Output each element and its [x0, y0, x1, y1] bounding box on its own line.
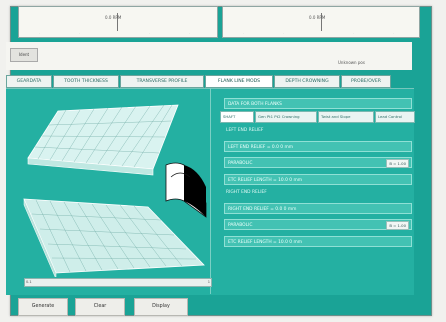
left-gauge-tick: ·: [39, 31, 40, 35]
subtab-gen-crowning[interactable]: Gen Pt1 Pt2 Crowning: [255, 111, 317, 123]
ident-button[interactable]: Ident: [10, 48, 38, 62]
left-gauge-label: 0.0 RPM: [105, 15, 122, 20]
subtab-shaft[interactable]: SHAFT: [220, 111, 254, 123]
right-gauge-tick: ·: [243, 31, 244, 35]
left-parabolic-field[interactable]: PARABOLIC B = 1.00: [224, 157, 412, 168]
subtab-twist-slope[interactable]: Twist and Slope: [318, 111, 374, 123]
tab-probe-over[interactable]: PROBE/OVER: [341, 75, 391, 88]
right-parabolic-label: PARABOLIC: [228, 223, 253, 228]
tab-tooth-thickness[interactable]: TOOTH THICKNESS: [53, 75, 119, 88]
right-gauge-tick: ·: [283, 31, 284, 35]
right-end-relief-heading: RIGHT END RELIEF: [226, 190, 267, 195]
right-gauge: 0.0 RPM · · · ·: [222, 6, 420, 38]
view-scrollbar[interactable]: 0.1 1: [24, 278, 212, 287]
right-relief-length-field[interactable]: ETC RELIEF LENGTH = 10.0 0 mm: [224, 236, 412, 247]
left-end-relief-heading: LEFT END RELIEF: [226, 128, 264, 133]
scroll-left-label: 0.1: [26, 280, 32, 284]
generate-button[interactable]: Generate: [18, 298, 68, 316]
flank-3d-view: [23, 104, 207, 277]
right-parabolic-value[interactable]: B = 1.00: [386, 221, 409, 230]
position-status: Unknown pos: [338, 60, 365, 65]
display-button[interactable]: Display: [134, 298, 188, 316]
left-gauge-tick: ·: [149, 31, 150, 35]
subtab-lead-control[interactable]: Lead Control: [375, 111, 415, 123]
toolbar-area: [6, 42, 412, 70]
left-gauge: 0.0 RPM · · · ·: [18, 6, 218, 38]
main-tabs: GEARDATA TOOTH THICKNESS TRANSVERSE PROF…: [6, 75, 391, 88]
left-end-relief-field[interactable]: LEFT END RELIEF = 0.0 0 mm: [224, 141, 412, 152]
tab-geardata[interactable]: GEARDATA: [6, 75, 52, 88]
right-gauge-label: 0.0 RPM: [309, 15, 326, 20]
clear-button[interactable]: Clear: [75, 298, 125, 316]
left-parabolic-value[interactable]: B = 1.00: [386, 159, 409, 168]
upper-flank-surface: [27, 104, 179, 176]
right-parabolic-field[interactable]: PARABOLIC B = 1.00: [224, 219, 412, 230]
right-gauge-tick: ·: [393, 31, 394, 35]
data-for-both-flanks-header: DATA FOR BOTH FLANKS: [224, 98, 412, 109]
left-gauge-tick: ·: [79, 31, 80, 35]
right-gauge-tick: ·: [353, 31, 354, 35]
lower-flank-surface: [23, 198, 205, 277]
tab-flank-line-mods[interactable]: FLANK LINE MODS: [205, 75, 273, 88]
tab-transverse-profile[interactable]: TRANSVERSE PROFILE: [120, 75, 204, 88]
tooth-profile-icon: [165, 162, 207, 218]
left-parabolic-label: PARABOLIC: [228, 161, 253, 166]
flank-subtabs: SHAFT Gen Pt1 Pt2 Crowning Twist and Slo…: [220, 111, 415, 123]
tab-depth-crowning[interactable]: DEPTH CROWNING: [274, 75, 340, 88]
right-end-relief-field[interactable]: RIGHT END RELIEF = 0.0 0 mm: [224, 203, 412, 214]
left-gauge-tick: ·: [189, 31, 190, 35]
left-relief-length-field[interactable]: ETC RELIEF LENGTH = 10.0 0 mm: [224, 174, 412, 185]
scroll-right-label: 1: [207, 280, 210, 284]
